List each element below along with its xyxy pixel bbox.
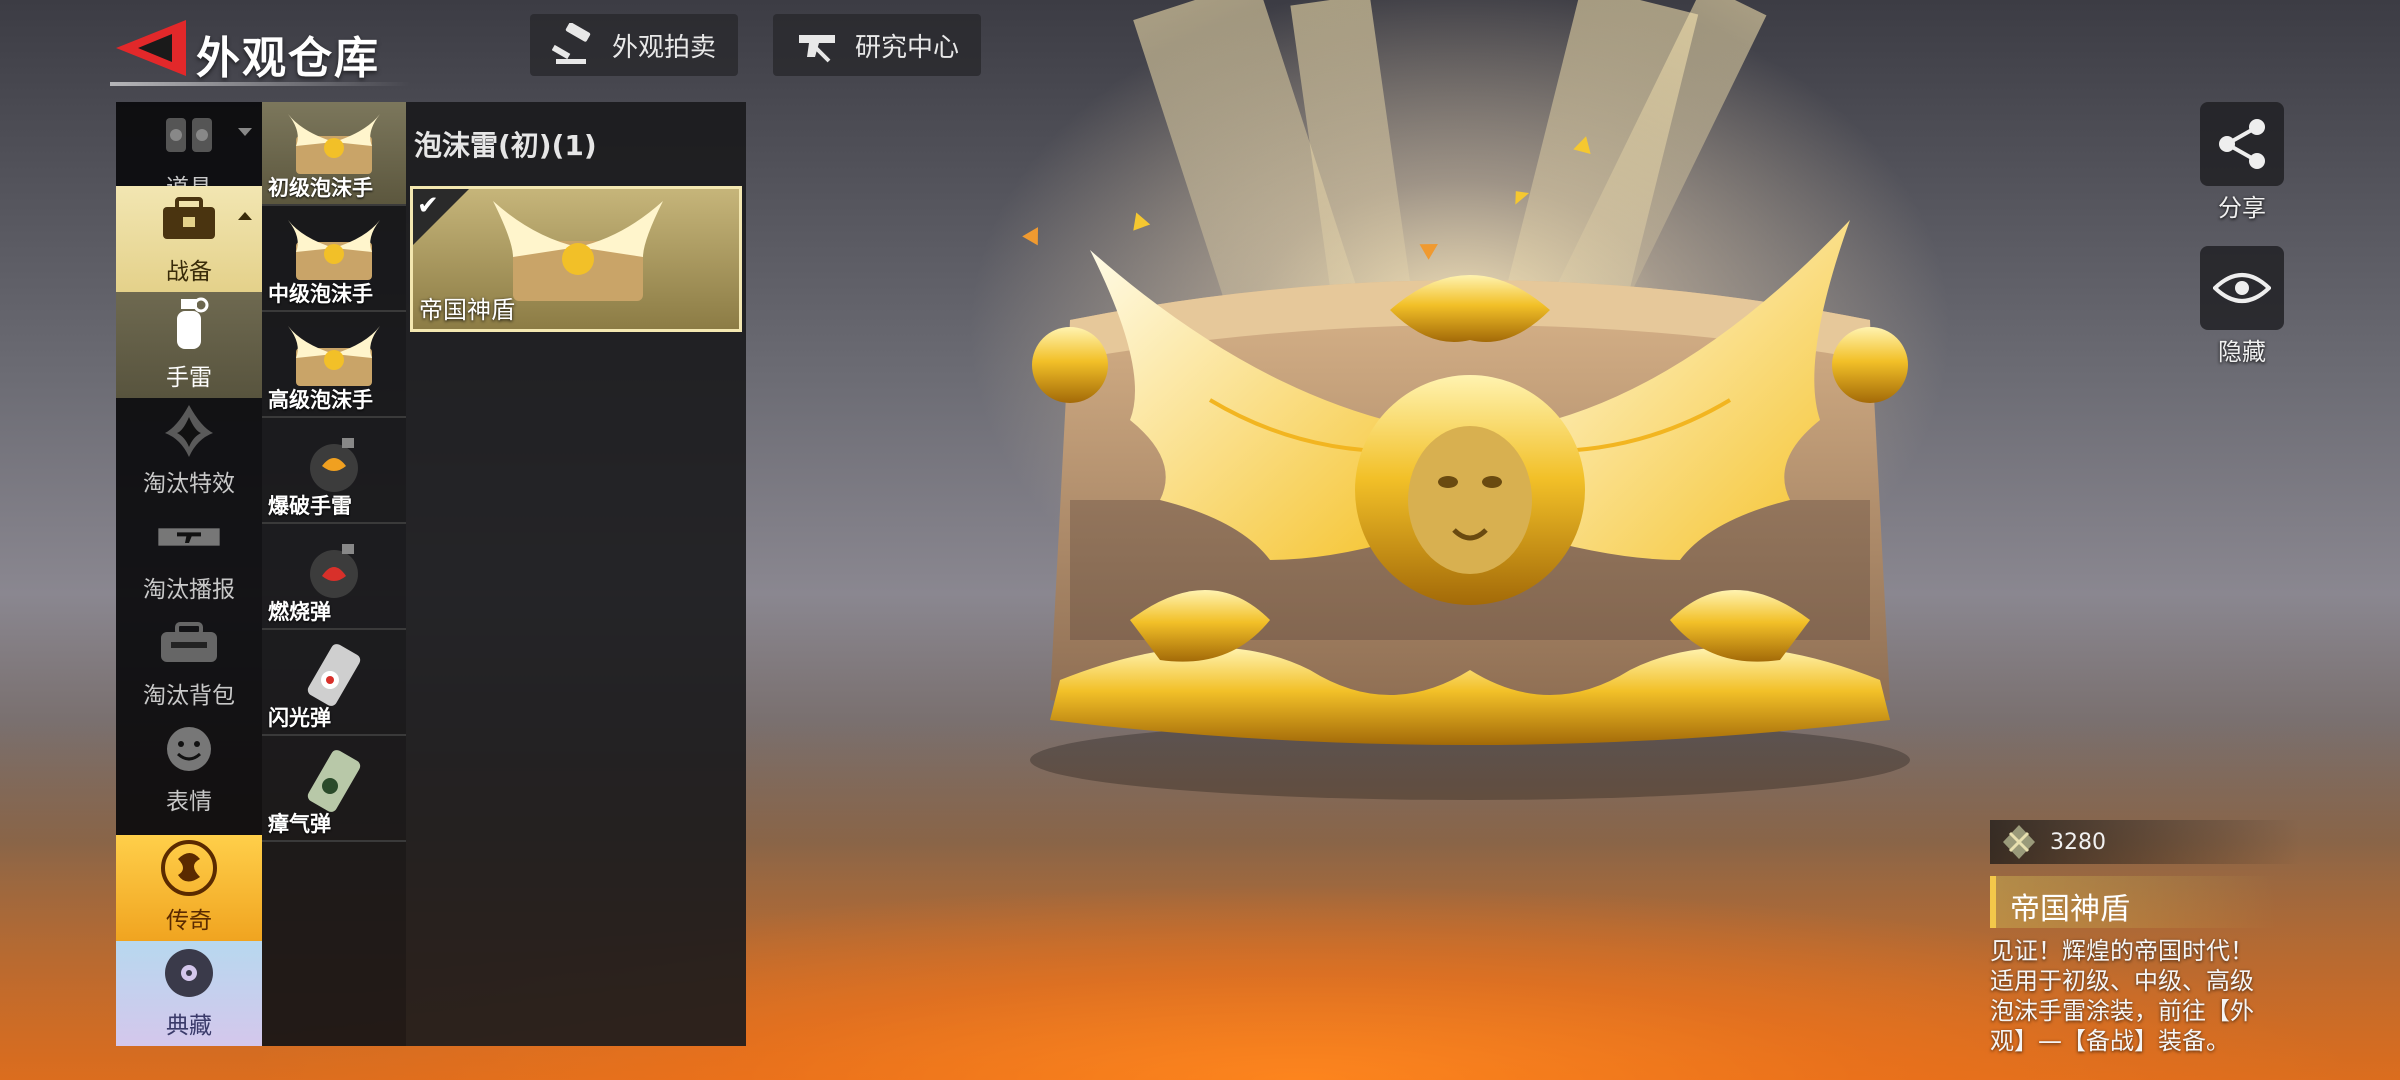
top-bar: 外观仓库 外观拍卖 研究中心 xyxy=(0,0,2400,96)
appearance-auction-label: 外观拍卖 xyxy=(612,32,717,63)
subitem-label: 中级泡沫手 xyxy=(268,282,373,306)
foam-chest-thumbnail-icon xyxy=(288,114,380,174)
research-center-button[interactable]: 研究中心 xyxy=(773,14,982,76)
category-label: 淘汰播报 xyxy=(143,577,235,603)
eye-icon xyxy=(2213,273,2271,303)
description-line: 观】—【备战】装备。 xyxy=(1990,1027,2230,1055)
category-label: 战备 xyxy=(166,259,212,285)
subitem-flashbang[interactable]: 闪光弹 xyxy=(262,632,406,736)
detail-item-name: 帝国神盾 xyxy=(2010,892,2130,927)
share-label: 分享 xyxy=(2218,194,2266,222)
subitem-frag-grenade[interactable]: 爆破手雷 xyxy=(262,420,406,524)
category-elimination-broadcast[interactable]: 淘汰播报 xyxy=(116,504,262,610)
category-label: 淘汰特效 xyxy=(143,471,235,497)
category-grenade[interactable]: 手雷 xyxy=(116,292,262,398)
incendiary-grenade-icon xyxy=(310,544,358,598)
appearance-auction-button[interactable]: 外观拍卖 xyxy=(530,14,739,76)
supply-box-icon xyxy=(157,190,221,248)
foam-chest-thumbnail-icon xyxy=(288,220,380,280)
category-emote[interactable]: 表情 xyxy=(116,716,262,822)
description-line: 泡沫手雷涂装，前往【外 xyxy=(1990,997,2254,1025)
research-gun-icon xyxy=(799,35,835,63)
subitem-advanced-foam[interactable]: 高级泡沫手 xyxy=(262,314,406,418)
item-card-name: 帝国神盾 xyxy=(419,296,515,324)
subitem-label: 爆破手雷 xyxy=(268,494,352,518)
hide-label: 隐藏 xyxy=(2218,338,2266,366)
subitem-label: 闪光弹 xyxy=(268,706,331,730)
subitem-label: 初级泡沫手 xyxy=(268,176,373,200)
page-title: 外观仓库 xyxy=(196,33,380,84)
category-sidebar: 道具 战备 手雷 淘汰特效 淘汰播报 淘汰背包 表情 xyxy=(116,102,262,1046)
collection-disc-icon xyxy=(157,944,221,1002)
emote-icon xyxy=(157,720,221,778)
research-center-label: 研究中心 xyxy=(855,32,960,63)
check-icon: ✔ xyxy=(417,191,439,221)
currency-emblem-icon xyxy=(2003,825,2035,859)
category-legend[interactable]: 传奇 xyxy=(116,835,262,941)
back-arrow-icon[interactable] xyxy=(112,16,188,80)
elimination-broadcast-icon xyxy=(157,508,221,566)
description-line: 适用于初级、中级、高级 xyxy=(1990,967,2254,995)
category-elimination-effect[interactable]: 淘汰特效 xyxy=(116,398,262,504)
grenade-icon xyxy=(157,296,221,354)
subitem-label: 瘴气弹 xyxy=(268,812,331,836)
elimination-effect-icon xyxy=(157,402,221,460)
legend-dragon-icon xyxy=(157,839,221,897)
flashbang-icon xyxy=(307,644,361,706)
detail-name-bar: 帝国神盾 xyxy=(1990,876,2276,928)
subitem-basic-foam[interactable]: 初级泡沫手 xyxy=(262,102,406,206)
item-list-panel: 泡沫雷(初)(1) ✔ 帝国神盾 xyxy=(406,102,746,1046)
share-button[interactable] xyxy=(2200,102,2284,186)
share-icon xyxy=(2219,119,2265,169)
category-supply[interactable]: 战备 xyxy=(116,186,262,292)
description-line: 见证！辉煌的帝国时代！ xyxy=(1990,937,2254,965)
detail-description: 见证！辉煌的帝国时代！ 适用于初级、中级、高级 泡沫手雷涂装，前往【外 观】—【… xyxy=(1990,936,2290,1056)
miasma-grenade-icon xyxy=(307,750,361,812)
hide-button[interactable] xyxy=(2200,246,2284,330)
price-value: 3280 xyxy=(2050,829,2106,855)
props-icon xyxy=(157,106,221,164)
subitem-label: 燃烧弹 xyxy=(268,600,331,624)
subitem-mid-foam[interactable]: 中级泡沫手 xyxy=(262,208,406,312)
grenade-type-list: 初级泡沫手 中级泡沫手 高级泡沫手 爆破手雷 燃烧弹 闪光弹 瘴气弹 xyxy=(262,102,406,1046)
category-label: 典藏 xyxy=(166,1013,212,1039)
item-group-title: 泡沫雷(初)(1) xyxy=(414,129,597,162)
item-card-imperial-shield[interactable]: ✔ 帝国神盾 xyxy=(410,186,742,332)
category-label: 表情 xyxy=(166,789,212,815)
frag-grenade-icon xyxy=(310,438,358,492)
price-bar: 3280 xyxy=(1990,820,2300,864)
gavel-icon xyxy=(552,23,591,64)
subitem-label: 高级泡沫手 xyxy=(268,388,373,412)
category-elimination-backpack[interactable]: 淘汰背包 xyxy=(116,610,262,716)
category-label: 传奇 xyxy=(166,908,212,934)
subitem-molotov[interactable]: 燃烧弹 xyxy=(262,526,406,630)
title-underline xyxy=(110,82,410,86)
elimination-backpack-icon xyxy=(157,614,221,672)
foam-chest-thumbnail-icon xyxy=(288,326,380,386)
subitem-miasma[interactable]: 瘴气弹 xyxy=(262,738,406,842)
category-label: 淘汰背包 xyxy=(143,683,235,709)
imperial-shield-chest-illustration xyxy=(1030,220,1910,800)
category-collection[interactable]: 典藏 xyxy=(116,941,262,1046)
category-label: 手雷 xyxy=(166,365,212,391)
